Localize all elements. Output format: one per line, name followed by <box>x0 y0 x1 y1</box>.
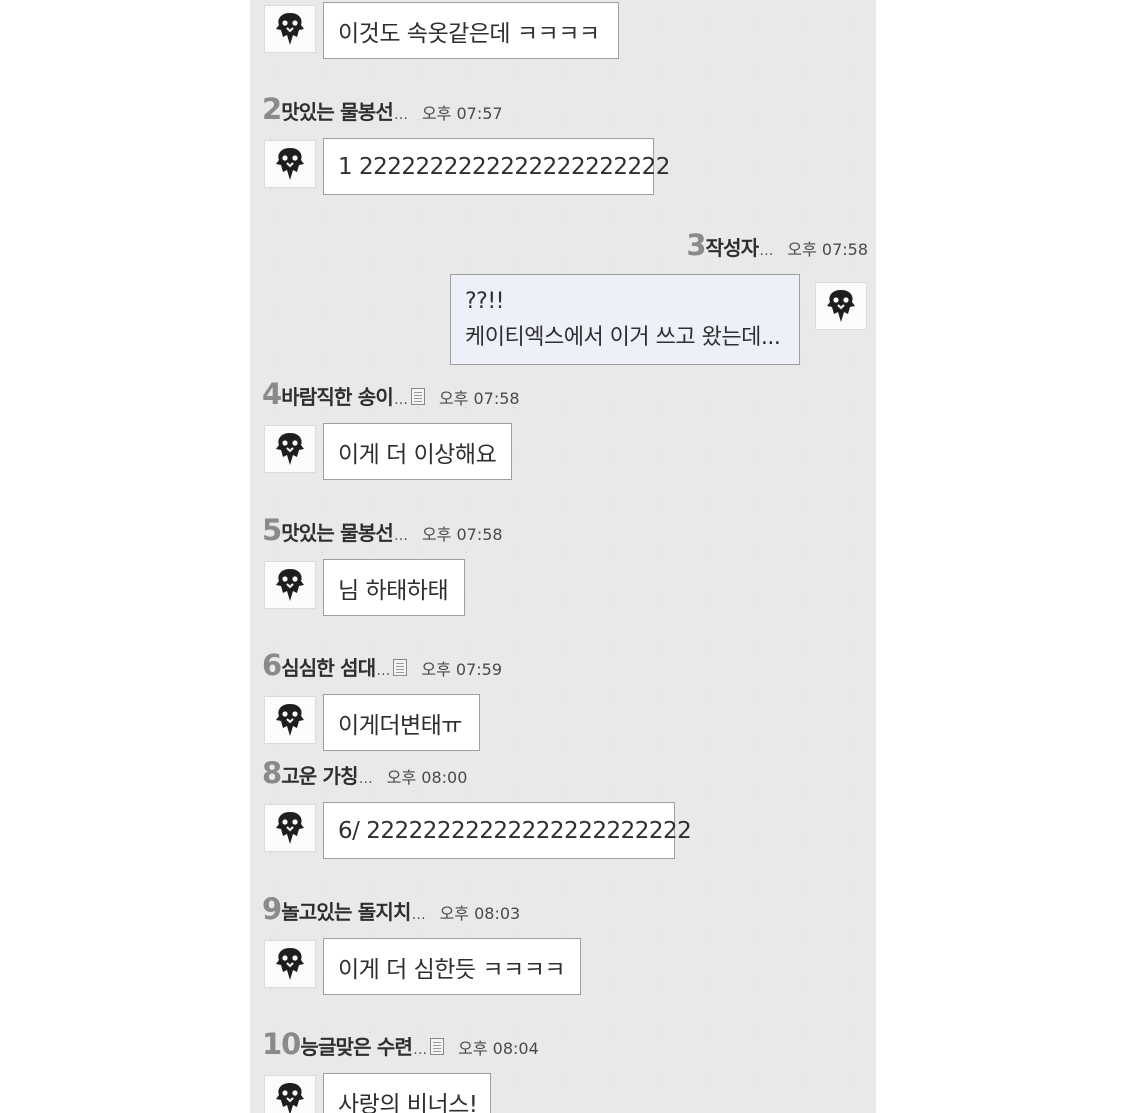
author-name[interactable]: 심심한 섬대 <box>281 652 376 681</box>
author-name[interactable]: 작성자 <box>706 232 760 261</box>
default-profile-icon <box>276 704 304 736</box>
default-profile-icon <box>276 148 304 180</box>
message-time: 오후 08:03 <box>439 904 521 923</box>
avatar[interactable] <box>264 140 316 188</box>
comment-number: 8 <box>262 756 282 790</box>
author-name[interactable]: 맛있는 물봉선 <box>281 517 394 546</box>
message-text: 이게 더 심한듯 ㅋㅋㅋㅋ <box>338 956 566 983</box>
message-time: 오후 08:00 <box>386 768 468 787</box>
message-header: 8 고운 가칭 … 오후 08:00 <box>262 756 467 790</box>
message-time: 오후 07:57 <box>421 104 503 123</box>
comment-number: 3 <box>686 228 706 262</box>
message-header: 3 작성자 … 오후 07:58 <box>686 228 868 262</box>
name-ellipsis: … <box>411 907 426 923</box>
message-text: 1 2222222222222222222222 <box>338 153 670 180</box>
memo-icon <box>393 659 408 676</box>
avatar[interactable] <box>815 282 867 330</box>
message-bubble[interactable]: 사랑의 비너스! <box>323 1073 491 1113</box>
message-header: 9 놀고있는 돌지치 … 오후 08:03 <box>262 892 520 926</box>
message-header: 2 맛있는 물봉선 … 오후 07:57 <box>262 92 503 126</box>
avatar[interactable] <box>264 696 316 744</box>
default-profile-icon <box>827 290 855 322</box>
author-name[interactable]: 맛있는 물봉선 <box>281 96 394 125</box>
name-ellipsis: … <box>759 243 774 259</box>
default-profile-icon <box>276 569 304 601</box>
message-text: 이것도 속옷같은데 ㅋㅋㅋㅋ <box>338 20 600 47</box>
message-time: 오후 07:58 <box>421 525 503 544</box>
default-profile-icon <box>276 13 304 45</box>
message-bubble[interactable]: 이게 더 이상해요 <box>323 423 512 480</box>
message-header: 6 심심한 섬대 … 오후 07:59 <box>262 648 502 682</box>
message-text: 님 하태하태 <box>338 577 449 604</box>
message-text: 이게 더 이상해요 <box>338 441 497 468</box>
message-time: 오후 08:04 <box>458 1039 539 1058</box>
name-ellipsis: … <box>358 771 373 787</box>
name-ellipsis: … <box>393 392 408 408</box>
message-text-line2: 케이티엑스에서 이거 쓰고 왔는데... <box>465 324 781 350</box>
message-bubble[interactable]: 님 하태하태 <box>323 559 465 616</box>
avatar[interactable] <box>264 561 316 609</box>
default-profile-icon <box>276 433 304 465</box>
avatar[interactable] <box>264 940 316 988</box>
message-text-line1: ??!! <box>465 288 505 314</box>
message-bubble[interactable]: 이게 더 심한듯 ㅋㅋㅋㅋ <box>323 938 581 995</box>
default-profile-icon <box>276 1083 304 1113</box>
avatar[interactable] <box>264 425 316 473</box>
name-ellipsis: … <box>393 107 408 123</box>
default-profile-icon <box>276 948 304 980</box>
author-name[interactable]: 능글맞은 수련 <box>300 1031 413 1060</box>
author-name[interactable]: 놀고있는 돌지치 <box>281 896 411 925</box>
message-bubble[interactable]: 6/ 22222222222222222222222 <box>323 802 692 859</box>
message-bubble[interactable]: 이게더변태ㅠ <box>323 694 480 751</box>
message-time: 오후 07:59 <box>421 660 502 679</box>
message-time: 오후 07:58 <box>438 389 520 408</box>
default-profile-icon <box>276 812 304 844</box>
message-bubble[interactable]: 1 2222222222222222222222 <box>323 138 670 195</box>
chat-area: 이것도 속옷같은데 ㅋㅋㅋㅋ 2 맛있는 물봉선 … 오후 07:57 1 22… <box>250 0 876 1113</box>
comment-number: 10 <box>262 1027 301 1061</box>
avatar[interactable] <box>264 1075 316 1113</box>
comment-number: 6 <box>262 648 282 682</box>
my-message-bubble[interactable]: ??!! 케이티엑스에서 이거 쓰고 왔는데... <box>450 274 800 365</box>
author-name[interactable]: 고운 가칭 <box>281 760 358 789</box>
author-name[interactable]: 바람직한 송이 <box>281 381 394 410</box>
name-ellipsis: … <box>393 528 408 544</box>
avatar[interactable] <box>264 5 316 53</box>
name-ellipsis: … <box>376 663 391 679</box>
message-bubble[interactable]: 이것도 속옷같은데 ㅋㅋㅋㅋ <box>323 2 619 59</box>
comment-number: 2 <box>262 92 282 126</box>
message-text: 이게더변태ㅠ <box>338 712 462 739</box>
message-text: 6/ 22222222222222222222222 <box>338 817 692 844</box>
message-header: 10 능글맞은 수련 … 오후 08:04 <box>262 1027 539 1061</box>
message-header: 5 맛있는 물봉선 … 오후 07:58 <box>262 513 503 547</box>
avatar[interactable] <box>264 804 316 852</box>
memo-icon <box>430 1038 445 1055</box>
name-ellipsis: … <box>413 1042 428 1058</box>
memo-icon <box>410 388 425 405</box>
comment-number: 5 <box>262 513 282 547</box>
message-time: 오후 07:58 <box>787 240 868 259</box>
comment-number: 4 <box>262 377 282 411</box>
message-text: 사랑의 비너스! <box>338 1091 478 1113</box>
comment-number: 9 <box>262 892 282 926</box>
message-header: 4 바람직한 송이 … 오후 07:58 <box>262 377 520 411</box>
